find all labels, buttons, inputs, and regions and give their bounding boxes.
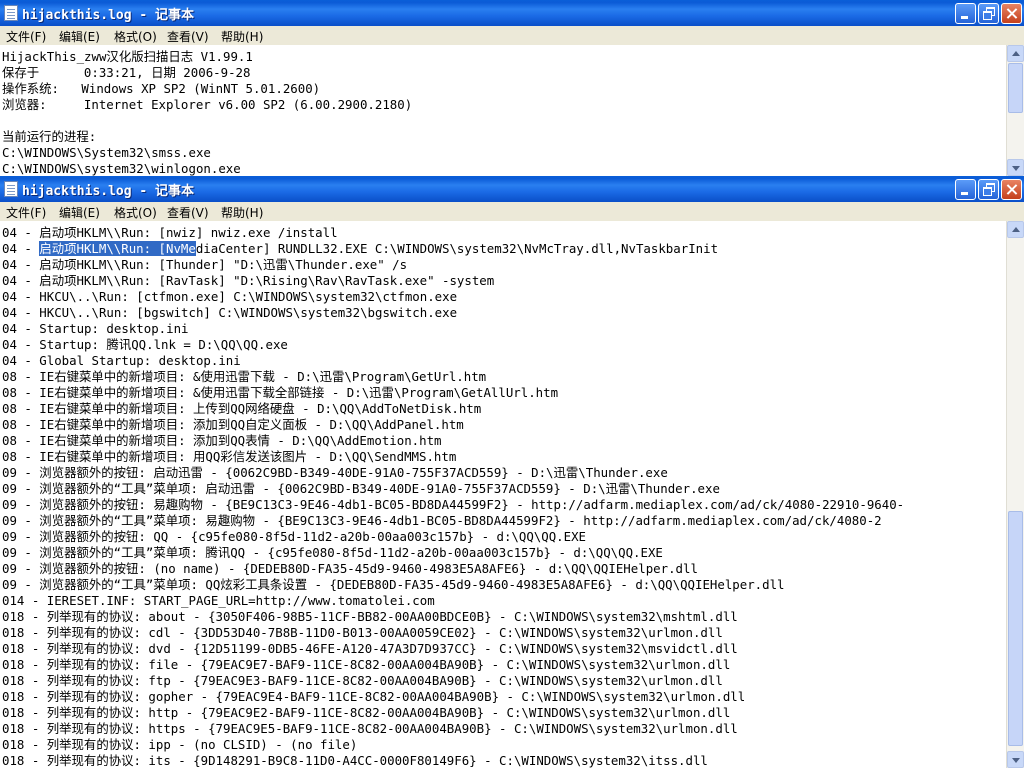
- close-button[interactable]: [1001, 179, 1022, 200]
- text-line: 018 - 列举现有的协议: ftp - {79EAC9E3-BAF9-11CE…: [2, 673, 723, 688]
- notepad-icon[interactable]: [4, 5, 18, 21]
- text-line: 08 - IE右键菜单中的新增项目: 上传到QQ网络硬盘 - D:\QQ\Add…: [2, 401, 482, 416]
- scroll-up-button[interactable]: [1007, 45, 1024, 62]
- vertical-scrollbar[interactable]: [1006, 221, 1024, 768]
- minimize-button[interactable]: [955, 3, 976, 24]
- menu-view[interactable]: 查看(V): [167, 28, 209, 45]
- menu-help[interactable]: 帮助(H): [221, 204, 263, 221]
- restore-button[interactable]: [978, 179, 999, 200]
- text-line: 09 - 浏览器额外的“工具”菜单项: 易趣购物 - {BE9C13C3-9E4…: [2, 513, 882, 528]
- text-line: 018 - 列举现有的协议: gopher - {79EAC9E4-BAF9-1…: [2, 689, 746, 704]
- scroll-thumb[interactable]: [1008, 63, 1023, 113]
- menu-file[interactable]: 文件(F): [6, 28, 46, 45]
- vertical-scrollbar[interactable]: [1006, 45, 1024, 176]
- text-line: 09 - 浏览器额外的“工具”菜单项: 启动迅雷 - {0062C9BD-B34…: [2, 481, 720, 496]
- notepad-window-back: hijackthis.log - 记事本 文件(F) 编辑(E) 格式(O) 查…: [0, 0, 1024, 176]
- menu-bar: 文件(F) 编辑(E) 格式(O) 查看(V) 帮助(H): [0, 202, 1024, 221]
- text-line: 018 - 列举现有的协议: dvd - {12D51199-0DB5-46FE…: [2, 641, 738, 656]
- text-line: 09 - 浏览器额外的按钮: 启动迅雷 - {0062C9BD-B349-40D…: [2, 465, 668, 480]
- menu-format[interactable]: 格式(O): [114, 28, 157, 45]
- text-line-selected: 04 - 启动项HKLM\\Run: [NvMediaCenter] RUNDL…: [2, 241, 1006, 257]
- menu-bar: 文件(F) 编辑(E) 格式(O) 查看(V) 帮助(H): [0, 26, 1024, 45]
- scroll-up-button[interactable]: [1007, 221, 1024, 238]
- restore-button[interactable]: [978, 3, 999, 24]
- title-bar[interactable]: hijackthis.log - 记事本: [0, 176, 1024, 202]
- window-title: hijackthis.log - 记事本: [22, 184, 195, 199]
- close-button[interactable]: [1001, 3, 1022, 24]
- text-line: 014 - IERESET.INF: START_PAGE_URL=http:/…: [2, 593, 435, 608]
- menu-view[interactable]: 查看(V): [167, 204, 209, 221]
- text-line: 018 - 列举现有的协议: cdl - {3DD53D40-7B8B-11D0…: [2, 625, 723, 640]
- text-line: 04 - 启动项HKLM\\Run: [Thunder] "D:\迅雷\Thun…: [2, 257, 408, 272]
- text-line: 当前运行的进程:: [2, 129, 97, 144]
- text-content[interactable]: HijackThis_zww汉化版扫描日志 V1.99.1 保存于 0:33:21…: [2, 49, 1006, 176]
- text-line: 018 - 列举现有的协议: file - {79EAC9E7-BAF9-11C…: [2, 657, 731, 672]
- text-line: 09 - 浏览器额外的按钮: (no name) - {DEDEB80D-FA3…: [2, 561, 698, 576]
- notepad-icon[interactable]: [4, 181, 18, 197]
- text-line: 04 - Global Startup: desktop.ini: [2, 353, 241, 368]
- notepad-window-front: hijackthis.log - 记事本 文件(F) 编辑(E) 格式(O) 查…: [0, 176, 1024, 768]
- text-line: 浏览器: Internet Explorer v6.00 SP2 (6.00.2…: [2, 97, 413, 112]
- text-line: 018 - 列举现有的协议: https - {79EAC9E5-BAF9-11…: [2, 721, 738, 736]
- text-line: 08 - IE右键菜单中的新增项目: 用QQ彩信发送该图片 - D:\QQ\Se…: [2, 449, 457, 464]
- line-rest: diaCenter] RUNDLL32.EXE C:\WINDOWS\syste…: [195, 241, 719, 256]
- text-line: 保存于 0:33:21, 日期 2006-9-28: [2, 65, 251, 80]
- text-line: 04 - Startup: desktop.ini: [2, 321, 189, 336]
- menu-format[interactable]: 格式(O): [114, 204, 157, 221]
- text-line: 09 - 浏览器额外的“工具”菜单项: 腾讯QQ - {c95fe080-8f5…: [2, 545, 663, 560]
- menu-help[interactable]: 帮助(H): [221, 28, 263, 45]
- text-line: 操作系统: Windows XP SP2 (WinNT 5.01.2600): [2, 81, 321, 96]
- text-editor[interactable]: 04 - 启动项HKLM\\Run: [nwiz] nwiz.exe /inst…: [0, 221, 1024, 768]
- selected-text: 启动项HKLM\\Run: [NvMe: [39, 241, 196, 256]
- text-line: 08 - IE右键菜单中的新增项目: &使用迅雷下载 - D:\迅雷\Progr…: [2, 369, 487, 384]
- text-line: 04 - HKCU\..\Run: [ctfmon.exe] C:\WINDOW…: [2, 289, 458, 304]
- text-line: 018 - 列举现有的协议: ipp - (no CLSID) - (no fi…: [2, 737, 358, 752]
- text-line: 04 - 启动项HKLM\\Run: [RavTask] "D:\Rising\…: [2, 273, 495, 288]
- text-line: [2, 113, 1006, 129]
- text-line: 09 - 浏览器额外的按钮: 易趣购物 - {BE9C13C3-9E46-4db…: [2, 497, 905, 512]
- text-line: 08 - IE右键菜单中的新增项目: 添加到QQ表情 - D:\QQ\AddEm…: [2, 433, 442, 448]
- text-line: 018 - 列举现有的协议: http - {79EAC9E2-BAF9-11C…: [2, 705, 731, 720]
- text-editor[interactable]: HijackThis_zww汉化版扫描日志 V1.99.1 保存于 0:33:21…: [0, 45, 1024, 176]
- text-content[interactable]: 04 - 启动项HKLM\\Run: [nwiz] nwiz.exe /inst…: [2, 225, 1006, 768]
- menu-edit[interactable]: 编辑(E): [59, 28, 100, 45]
- text-line: C:\WINDOWS\System32\smss.exe: [2, 145, 211, 160]
- text-line: HijackThis_zww汉化版扫描日志 V1.99.1: [2, 49, 253, 64]
- text-line: 018 - 列举现有的协议: about - {3050F406-98B5-11…: [2, 609, 738, 624]
- menu-edit[interactable]: 编辑(E): [59, 204, 100, 221]
- text-line: 018 - 列举现有的协议: its - {9D148291-B9C8-11D0…: [2, 753, 708, 768]
- minimize-button[interactable]: [955, 179, 976, 200]
- text-line: 09 - 浏览器额外的“工具”菜单项: QQ炫彩工具条设置 - {DEDEB80…: [2, 577, 785, 592]
- scroll-down-button[interactable]: [1007, 159, 1024, 176]
- text-line: 09 - 浏览器额外的按钮: QQ - {c95fe080-8f5d-11d2-…: [2, 529, 587, 544]
- title-bar[interactable]: hijackthis.log - 记事本: [0, 0, 1024, 26]
- text-line: 08 - IE右键菜单中的新增项目: &使用迅雷下载全部链接 - D:\迅雷\P…: [2, 385, 559, 400]
- text-line: 04 - HKCU\..\Run: [bgswitch] C:\WINDOWS\…: [2, 305, 458, 320]
- scroll-down-button[interactable]: [1007, 751, 1024, 768]
- text-line: C:\WINDOWS\system32\winlogon.exe: [2, 161, 241, 176]
- window-title: hijackthis.log - 记事本: [22, 8, 195, 23]
- text-line: 04 - Startup: 腾讯QQ.lnk = D:\QQ\QQ.exe: [2, 337, 288, 352]
- text-line: 08 - IE右键菜单中的新增项目: 添加到QQ自定义面板 - D:\QQ\Ad…: [2, 417, 464, 432]
- menu-file[interactable]: 文件(F): [6, 204, 46, 221]
- scroll-thumb[interactable]: [1008, 511, 1023, 746]
- text-line: 04 - 启动项HKLM\\Run: [nwiz] nwiz.exe /inst…: [2, 225, 338, 240]
- line-prefix: 04 -: [2, 241, 40, 256]
